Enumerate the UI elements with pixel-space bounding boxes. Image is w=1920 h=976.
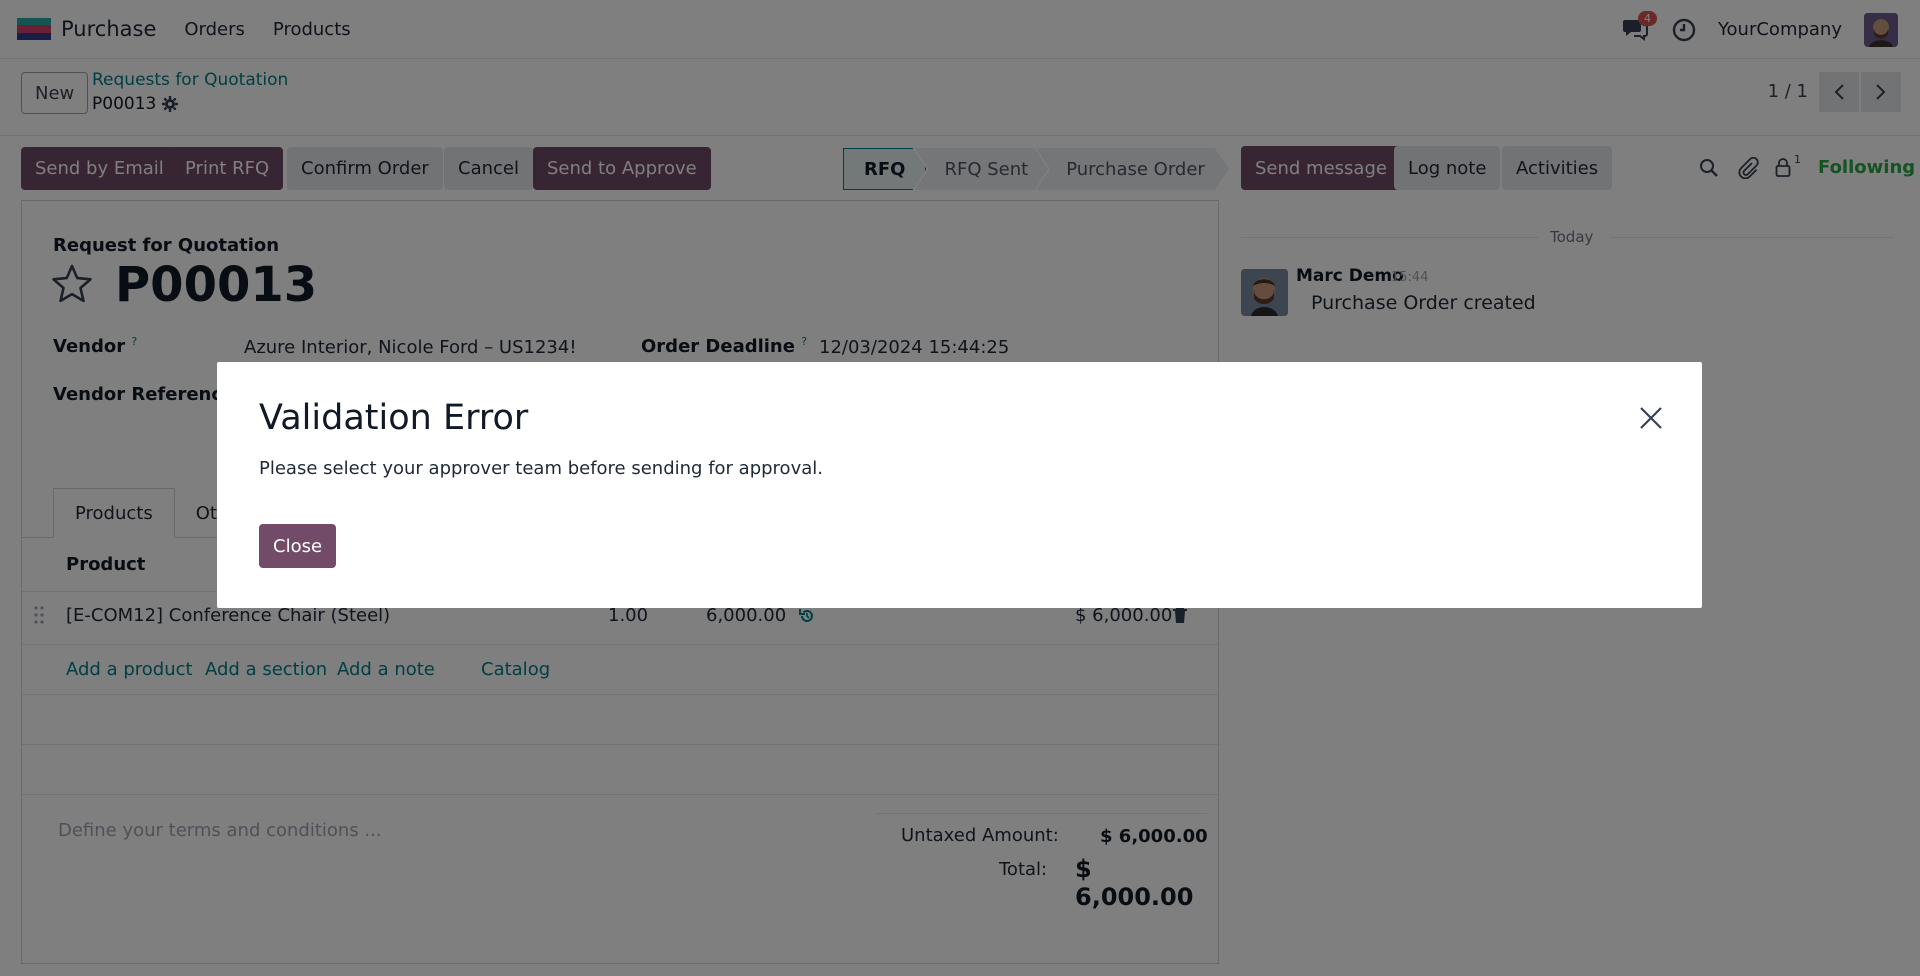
dialog-close-button[interactable]: Close: [259, 524, 337, 568]
close-icon[interactable]: [1638, 405, 1664, 431]
dialog-title: Validation Error: [259, 398, 529, 438]
dialog-message: Please select your approver team before …: [259, 458, 823, 479]
validation-error-dialog: Validation Error Please select your appr…: [217, 362, 1702, 608]
